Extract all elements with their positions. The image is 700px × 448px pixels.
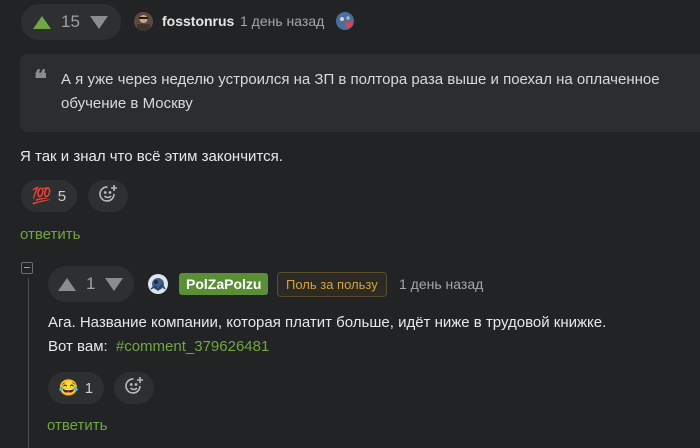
rating-count: 15 bbox=[61, 12, 80, 31]
rating-control-2: 1 bbox=[48, 266, 134, 302]
arrow-up-icon[interactable] bbox=[33, 15, 51, 29]
arrow-down-icon[interactable] bbox=[105, 277, 124, 291]
reaction-button[interactable]: 💯 5 bbox=[21, 180, 77, 212]
quote-text: А я уже через неделю устроился на ЗП в п… bbox=[61, 71, 660, 112]
timestamp[interactable]: 1 день назад bbox=[240, 13, 324, 29]
laughing-emoji-icon: 😂 bbox=[58, 380, 79, 397]
add-emoji-icon bbox=[123, 375, 145, 401]
comment-text-prefix: Вот вам: bbox=[48, 338, 108, 355]
timestamp[interactable]: 1 день назад bbox=[399, 276, 483, 292]
arrow-down-icon[interactable] bbox=[89, 15, 108, 29]
reply-link[interactable]: ответить bbox=[47, 417, 107, 434]
quote-block: ❝ А я уже через неделю устроился на ЗП в… bbox=[20, 54, 700, 132]
hundred-emoji-icon: 💯 bbox=[31, 188, 52, 205]
heart-badge-icon bbox=[335, 11, 357, 33]
reply-link[interactable]: ответить bbox=[20, 226, 80, 243]
username-badge[interactable]: PolZaPolzu bbox=[179, 273, 269, 295]
reaction-count: 1 bbox=[84, 379, 94, 397]
avatar[interactable] bbox=[134, 12, 153, 31]
collapse-thread-icon[interactable] bbox=[21, 262, 33, 274]
rating-count: 1 bbox=[86, 274, 96, 293]
comment-text-line-2: Вот вам: #comment_379626481 bbox=[48, 338, 269, 355]
username[interactable]: fosstonrus bbox=[162, 13, 234, 29]
add-emoji-icon bbox=[97, 183, 119, 209]
comment-text-line-1: Ага. Название компании, которая платит б… bbox=[48, 314, 607, 331]
comment-link[interactable]: #comment_379626481 bbox=[116, 338, 269, 355]
add-reaction-button[interactable] bbox=[114, 372, 154, 404]
quote-icon: ❝ bbox=[34, 64, 47, 93]
rating-control-1: 15 bbox=[21, 4, 121, 40]
reaction-button[interactable]: 😂 1 bbox=[48, 372, 104, 404]
award-badge[interactable]: Поль за пользу bbox=[277, 272, 387, 297]
thread-line bbox=[28, 278, 29, 448]
add-reaction-button[interactable] bbox=[88, 180, 128, 212]
comment-text: Я так и знал что всё этим закончится. bbox=[20, 148, 283, 165]
reaction-count: 5 bbox=[57, 187, 67, 205]
arrow-up-icon[interactable] bbox=[58, 277, 76, 291]
avatar[interactable] bbox=[148, 274, 168, 294]
